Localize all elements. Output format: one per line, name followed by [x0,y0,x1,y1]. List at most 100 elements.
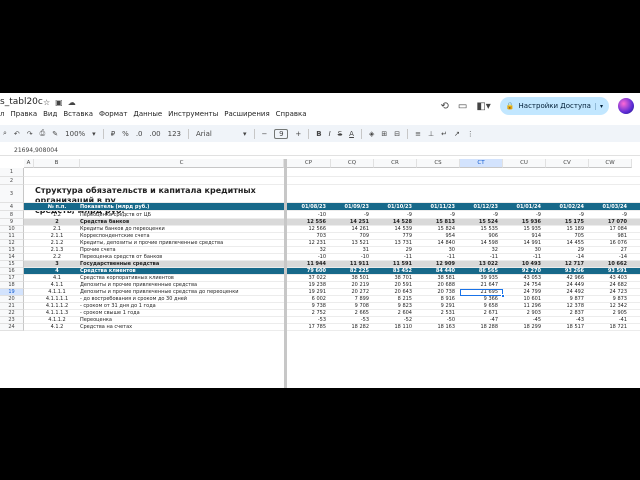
value-cell[interactable]: 86 565 [460,268,503,275]
cell-c[interactable]: Кредиты банков до переоценки [80,226,284,233]
value-cell[interactable]: 14 528 [374,219,417,226]
value-cell[interactable]: 14 251 [331,219,374,226]
value-cell[interactable]: -11 [374,254,417,261]
date-header-cell[interactable]: 01/08/23 [287,203,331,211]
cell-c[interactable]: - сроком свыше 1 года [80,310,284,317]
value-cell[interactable]: 38 701 [374,275,417,282]
date-header-cell[interactable]: 01/11/23 [417,203,460,211]
column-header-cs[interactable]: CS [417,159,460,168]
value-cell[interactable]: 15 936 [503,219,546,226]
value-cell[interactable]: 43 403 [589,275,632,282]
date-header-cell[interactable]: 01/03/24 [589,203,632,211]
value-cell[interactable] [331,177,374,185]
share-button[interactable]: 🔒 Настройки Доступа ▾ [499,97,609,115]
column-header-cr[interactable]: CR [374,159,417,168]
value-cell[interactable]: 8 215 [374,296,417,303]
column-header-a[interactable]: A [24,159,34,168]
value-cell[interactable]: 24 492 [546,289,589,296]
value-cell[interactable] [589,185,632,203]
column-header-c[interactable]: C [80,159,284,168]
value-cell[interactable]: -10 [287,211,331,219]
value-cell[interactable]: 15 175 [546,219,589,226]
value-cell[interactable]: 2 752 [287,310,331,317]
chevron-down-icon[interactable]: ▾ [243,130,247,138]
value-cell[interactable] [331,168,374,177]
move-to-folder-icon[interactable]: ▣ [55,98,63,107]
value-cell[interactable]: 18 517 [546,324,589,331]
borders-icon[interactable]: ⊞ [381,130,387,138]
value-cell[interactable]: -14 [589,254,632,261]
value-cell[interactable]: -45 [503,317,546,324]
value-cell[interactable]: 10 601 [503,296,546,303]
value-cell[interactable]: 12 378 [546,303,589,310]
menu-item-7[interactable]: Расширения [224,110,269,118]
value-cell[interactable]: -9 [374,211,417,219]
value-cell[interactable] [417,185,460,203]
value-cell[interactable]: 11 296 [503,303,546,310]
value-cell[interactable]: 17 785 [287,324,331,331]
column-header-cv[interactable]: CV [546,159,589,168]
value-cell[interactable]: 15 935 [503,226,546,233]
number-format-button[interactable]: 123 [168,130,181,138]
column-header-ct[interactable]: CT [460,159,503,168]
date-header-cell[interactable]: 01/12/23 [460,203,503,211]
value-cell[interactable]: 39 935 [460,275,503,282]
cell-b[interactable]: 2.2 [34,254,80,261]
value-cell[interactable] [460,177,503,185]
value-cell[interactable]: 18 110 [374,324,417,331]
value-cell[interactable]: 12 717 [546,261,589,268]
value-cell[interactable]: 2 531 [417,310,460,317]
value-cell[interactable]: 24 682 [589,282,632,289]
row-header-15[interactable]: 15 [0,261,24,268]
cell-b[interactable]: 2.1.2 [34,240,80,247]
cell-b[interactable] [34,185,80,203]
value-cell[interactable]: 9 823 [374,303,417,310]
value-cell[interactable]: 14 840 [417,240,460,247]
cell-b[interactable]: 3 [34,261,80,268]
value-cell[interactable]: 2 837 [546,310,589,317]
cell-c[interactable]: Средства банков [80,219,284,226]
value-cell[interactable]: 24 754 [503,282,546,289]
cell-b[interactable]: 4.1.1.1.2 [34,303,80,310]
cell-c[interactable]: Переоценка средств от ЦБ [80,211,284,219]
value-cell[interactable] [546,185,589,203]
value-cell[interactable] [460,185,503,203]
value-cell[interactable]: 12 909 [417,261,460,268]
value-cell[interactable]: 24 449 [546,282,589,289]
search-icon[interactable]: ⌕ [3,129,7,138]
cell-b[interactable]: 2.1.1 [34,233,80,240]
value-cell[interactable]: 954 [417,233,460,240]
value-cell[interactable]: 29 [546,247,589,254]
value-cell[interactable]: 15 524 [460,219,503,226]
value-cell[interactable] [374,185,417,203]
row-header-3[interactable]: 3 [0,185,24,203]
row-header-24[interactable]: 24 [0,324,24,331]
value-cell[interactable]: 7 899 [331,296,374,303]
value-cell[interactable]: -52 [374,317,417,324]
value-cell[interactable]: -43 [546,317,589,324]
menu-item-6[interactable]: Инструменты [168,110,218,118]
cell-b[interactable]: 4.1.1 [34,282,80,289]
value-cell[interactable]: -9 [417,211,460,219]
chevron-down-icon[interactable]: ▾ [92,130,96,138]
value-cell[interactable]: 12 566 [287,226,331,233]
increase-decimal-button[interactable]: .00 [150,130,161,138]
menu-item-2[interactable]: Вид [43,110,57,118]
value-cell[interactable]: 20 738 [417,289,460,296]
value-cell[interactable]: 17 084 [589,226,632,233]
date-header-cell[interactable]: 01/01/24 [503,203,546,211]
comment-icon[interactable]: ▭ [458,101,467,112]
value-cell[interactable] [417,168,460,177]
font-size-decrease-button[interactable]: − [262,130,268,138]
paint-format-icon[interactable]: ✎ [52,130,58,138]
value-cell[interactable]: -50 [417,317,460,324]
value-cell[interactable]: 37 022 [287,275,331,282]
value-cell[interactable]: 18 282 [331,324,374,331]
row-header-8[interactable]: 8 [0,211,24,219]
value-cell[interactable] [503,168,546,177]
value-cell[interactable]: 11 591 [374,261,417,268]
column-header-cp[interactable]: CP [287,159,331,168]
value-cell[interactable]: 42 966 [546,275,589,282]
freeze-divider[interactable] [284,159,287,388]
value-cell[interactable]: 2 665 [331,310,374,317]
